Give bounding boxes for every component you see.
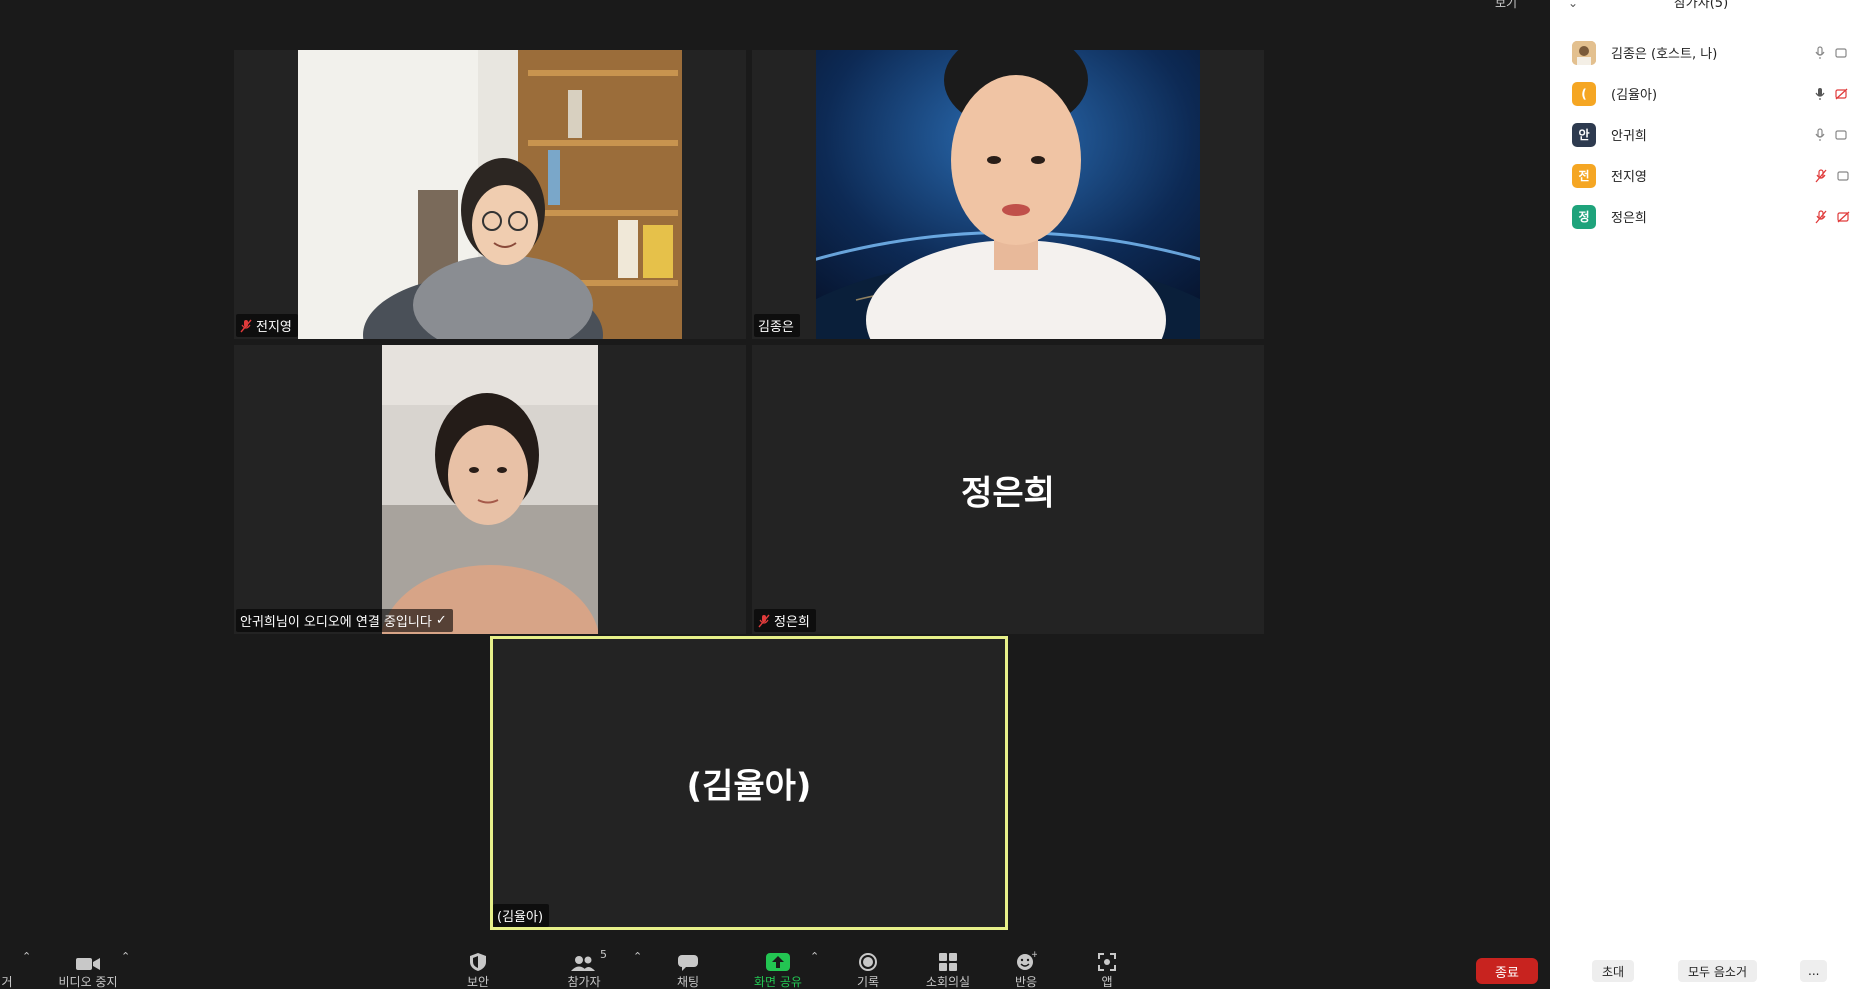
video-tile-kimyula-active-speaker[interactable]: (김율아) (김율아) (490, 636, 1008, 930)
shield-icon (470, 953, 486, 971)
participants-options-caret-icon[interactable]: ⌃ (633, 950, 642, 963)
invite-button[interactable]: 초대 (1592, 960, 1635, 982)
stop-video-button[interactable]: 비디오 중지 (50, 941, 126, 989)
participant-status-icons (1815, 45, 1849, 60)
video-tile-kimjongeun[interactable]: 김종은 (752, 50, 1264, 339)
participant-row[interactable]: 전 전지영 (1550, 155, 1852, 196)
participant-name: 전지영 (1611, 170, 1647, 185)
share-screen-arrow-icon (766, 953, 790, 971)
participant-row[interactable]: ( (김율아) (1550, 73, 1852, 114)
chat-button[interactable]: 채팅 (668, 941, 708, 989)
participant-video (816, 50, 1200, 339)
participant-display-name: (김율아) (686, 766, 812, 807)
audio-button-cut[interactable]: 거 (0, 941, 14, 989)
video-off-icon[interactable] (1837, 211, 1851, 223)
connected-check-icon: ✓ (435, 613, 447, 628)
video-camera-icon[interactable] (1835, 47, 1849, 59)
panel-title: 참가자(5) (1673, 0, 1729, 11)
mic-muted-icon (240, 319, 252, 332)
share-screen-button[interactable]: 화면 공유 (746, 941, 810, 989)
avatar: 안 (1572, 122, 1596, 147)
participant-name-tag: 정은희 (754, 609, 816, 632)
mic-muted-icon (758, 614, 770, 627)
participant-name-tag: 전지영 (236, 314, 298, 337)
video-tile-jeongeunhee[interactable]: 정은희 정은희 (752, 345, 1264, 634)
participant-name-tag: 안귀희님이 오디오에 연결 중입니다 ✓ (236, 609, 453, 632)
smiley-reaction-icon: + (1017, 950, 1037, 970)
video-tile-anguihee[interactable]: 안귀희님이 오디오에 연결 중입니다 ✓ (234, 345, 746, 634)
share-options-caret-icon[interactable]: ⌃ (810, 950, 819, 963)
video-off-icon[interactable] (1835, 88, 1849, 100)
security-button[interactable]: 보안 (458, 941, 498, 989)
mic-icon[interactable] (1815, 45, 1825, 60)
avatar (1572, 40, 1596, 65)
video-gallery: 보기 전지영 김종은 안귀희님이 오디오에 연결 중입니다 ✓ 정은희 정은희 … (0, 0, 1550, 989)
end-meeting-button[interactable]: 종료 (1476, 958, 1538, 984)
avatar: ( (1572, 81, 1596, 106)
participant-row[interactable]: 정 정은희 (1550, 196, 1852, 237)
reactions-button[interactable]: + 반응 (1006, 941, 1046, 989)
more-options-button[interactable]: ... (1800, 960, 1828, 982)
participant-name: 김종은 (호스트, 나) (1611, 47, 1718, 62)
participant-list: 김종은 (호스트, 나) ( (김율아) 안 안귀희 전 전지영 정 정은희 (1550, 32, 1852, 237)
video-camera-icon (76, 958, 100, 970)
avatar: 정 (1572, 204, 1596, 229)
mic-icon[interactable] (1815, 127, 1825, 142)
panel-footer: 초대 모두 음소거 ... (1550, 949, 1852, 989)
participant-name-tag: (김율아) (493, 904, 550, 927)
svg-text:+: + (1031, 950, 1037, 960)
participants-count-badge: 5 (600, 948, 607, 961)
view-button[interactable]: 보기 (1495, 0, 1517, 11)
participant-name-tag: 김종은 (754, 314, 800, 337)
participant-status-icons (1815, 209, 1851, 224)
meeting-toolbar: 거 ⌃ 비디오 중지 ⌃ 보안 참가자 5 ⌃ 채팅 화면 공유 ⌃ 기록 소회… (0, 941, 1550, 989)
participant-display-name: 정은희 (961, 473, 1055, 513)
mute-all-button[interactable]: 모두 음소거 (1678, 960, 1758, 982)
video-tile-jeonjiyoung[interactable]: 전지영 (234, 50, 746, 339)
video-camera-icon[interactable] (1835, 129, 1849, 141)
participants-icon (571, 956, 595, 971)
record-icon (859, 953, 877, 971)
mic-icon[interactable] (1815, 87, 1825, 101)
apps-icon (1098, 953, 1116, 971)
record-button[interactable]: 기록 (848, 941, 888, 989)
zoom-meeting-window: 보기 전지영 김종은 안귀희님이 오디오에 연결 중입니다 ✓ 정은희 정은희 … (0, 0, 1852, 989)
participant-name: 정은희 (1611, 211, 1647, 226)
participant-name: 안귀희 (1611, 129, 1647, 144)
video-options-caret-icon[interactable]: ⌃ (121, 950, 130, 963)
mic-muted-icon[interactable] (1815, 168, 1827, 183)
apps-button[interactable]: 앱 (1092, 941, 1122, 989)
participant-row[interactable]: 안 안귀희 (1550, 114, 1852, 155)
participant-status-icons (1815, 168, 1851, 183)
participant-status-icons (1815, 87, 1849, 101)
breakout-rooms-grid-icon (939, 953, 957, 971)
avatar: 전 (1572, 163, 1596, 188)
participants-panel: ⌄ 참가자(5) 김종은 (호스트, 나) ( (김율아) 안 안귀희 전 전지… (1550, 0, 1852, 989)
participant-video (382, 345, 598, 634)
chat-bubble-icon (678, 955, 698, 971)
video-camera-icon[interactable] (1837, 170, 1851, 182)
participant-name: (김율아) (1611, 88, 1658, 103)
breakout-rooms-button[interactable]: 소회의실 (918, 941, 978, 989)
participant-row[interactable]: 김종은 (호스트, 나) (1550, 32, 1852, 73)
participant-status-icons (1815, 127, 1849, 142)
participant-video (298, 50, 682, 339)
mic-muted-icon[interactable] (1815, 209, 1827, 224)
audio-options-caret-icon[interactable]: ⌃ (22, 950, 31, 963)
